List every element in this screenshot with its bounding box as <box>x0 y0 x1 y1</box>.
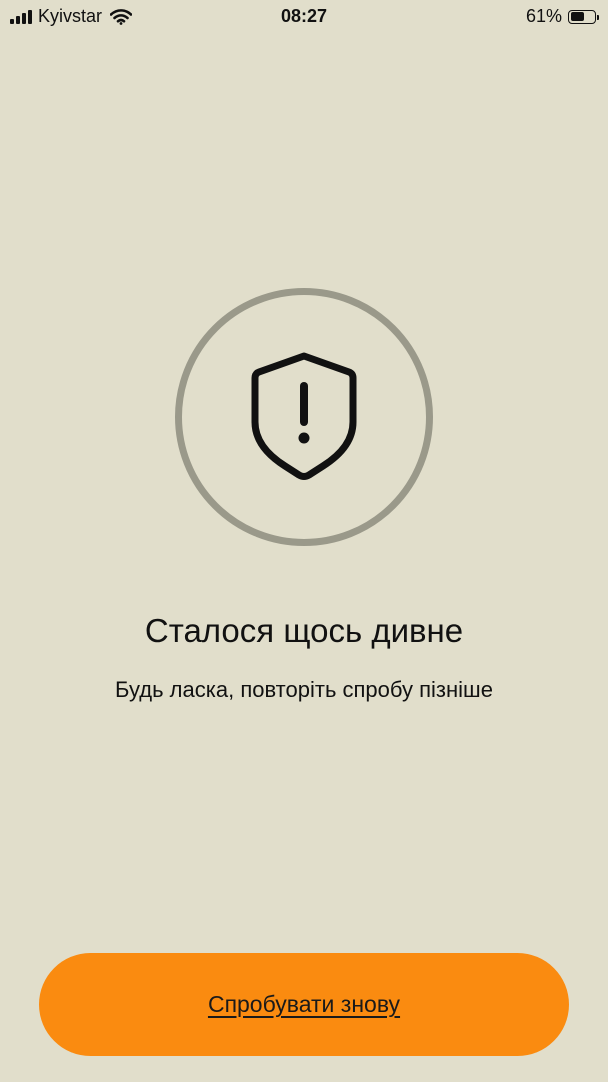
status-time: 08:27 <box>280 6 328 26</box>
status-bar: Kyivstar 08:27 61% <box>0 0 608 34</box>
battery-icon <box>568 9 599 24</box>
retry-button-label: Спробувати знову <box>207 991 401 1017</box>
error-title: Сталося щось дивне <box>144 612 464 649</box>
shield-warning-icon <box>251 352 357 480</box>
battery-percent: 61% <box>525 6 562 26</box>
error-message: Будь ласка, повторіть спробу пізніше <box>115 677 493 702</box>
status-right: 61% <box>525 6 599 27</box>
retry-button[interactable]: Спробувати знову <box>39 953 569 1056</box>
battery-level-fill <box>570 12 584 21</box>
